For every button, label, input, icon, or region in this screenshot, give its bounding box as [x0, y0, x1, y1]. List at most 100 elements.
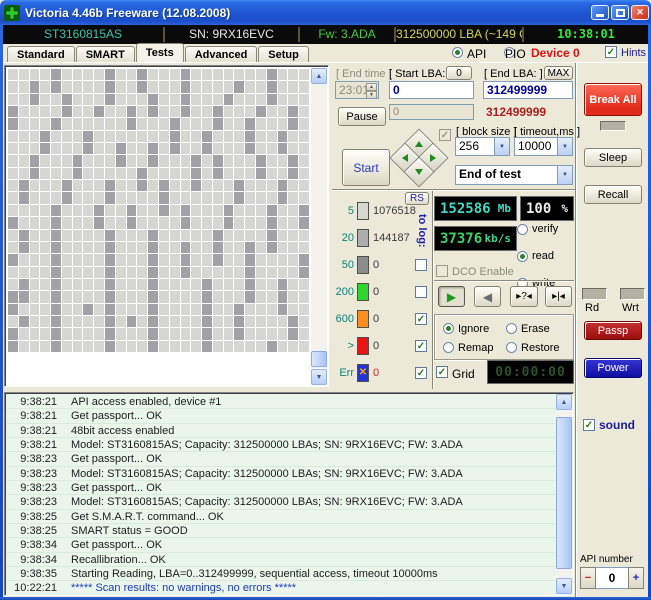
- tab-advanced[interactable]: Advanced: [184, 46, 258, 62]
- tab-tests[interactable]: Tests: [135, 43, 184, 62]
- scan-cell: [105, 229, 115, 241]
- end-lba-input[interactable]: 312499999: [483, 81, 573, 99]
- minimize-button[interactable]: [591, 5, 609, 20]
- scan-cell: [191, 143, 202, 155]
- dco-enable-checkbox[interactable]: [436, 265, 448, 277]
- end-time-value: 23:01: [339, 83, 370, 97]
- scan-cell: [245, 106, 256, 118]
- log-message: Model: ST3160815AS; Capacity: 312500000 …: [71, 496, 463, 509]
- api-number-plus-button[interactable]: +: [628, 567, 644, 589]
- scan-cell: [115, 69, 126, 81]
- scan-cell: [158, 315, 169, 328]
- to-log-checkbox[interactable]: ✓: [415, 312, 427, 325]
- error-action-erase[interactable]: Erase: [506, 321, 569, 336]
- scan-cell: [288, 254, 299, 266]
- scan-scrollbar-thumb[interactable]: [311, 351, 327, 367]
- scan-cell: [94, 266, 105, 278]
- timeout-select[interactable]: 10000 ▼: [514, 137, 573, 156]
- hints-checkbox[interactable]: ✓: [605, 46, 617, 58]
- recall-button[interactable]: Recall: [584, 185, 642, 204]
- test-end-action-select[interactable]: End of test ▼: [455, 165, 573, 185]
- scan-scrollbar-track[interactable]: [311, 84, 327, 368]
- close-button[interactable]: ✕: [631, 5, 649, 20]
- to-log-checkbox[interactable]: ✓: [415, 339, 427, 352]
- scan-cell: [29, 204, 40, 217]
- scan-cell: [191, 303, 202, 315]
- scan-cell: [288, 81, 299, 93]
- end-time-spinner[interactable]: ▲ ▼: [366, 83, 377, 98]
- sleep-button[interactable]: Sleep: [584, 148, 642, 167]
- scan-scroll-up-button[interactable]: ▲: [311, 68, 327, 84]
- break-all-button[interactable]: Break All: [584, 83, 642, 116]
- sound-checkbox[interactable]: ✓: [583, 419, 595, 431]
- to-log-checkbox[interactable]: [415, 285, 427, 298]
- scan-cell: [72, 217, 83, 229]
- scan-cell: [223, 155, 234, 167]
- scan-cell: [72, 266, 83, 278]
- scan-cell: [180, 254, 191, 266]
- test-controls-panel: [ End time ] [ Start LBA: ] 0 [ End LBA:…: [332, 63, 580, 390]
- passp-button[interactable]: Passp: [584, 321, 642, 340]
- scan-cell: [180, 278, 191, 291]
- log-scrollbar-thumb[interactable]: [556, 417, 572, 569]
- rw-mode-read[interactable]: read: [517, 250, 575, 262]
- seek-defect-button[interactable]: ▸?◂: [510, 286, 538, 307]
- write-led: [620, 288, 645, 300]
- log-message: 48bit access enabled: [71, 424, 175, 437]
- play-button[interactable]: ▶: [438, 286, 465, 307]
- scan-cell: [148, 81, 158, 93]
- to-log-checkbox[interactable]: ✓: [415, 366, 427, 379]
- scan-cell: [72, 167, 83, 180]
- scan-cell: [212, 180, 223, 192]
- scan-cell: [94, 69, 105, 81]
- seek-edge-button[interactable]: ▸|◂: [545, 286, 572, 307]
- grid-checkbox[interactable]: ✓: [436, 366, 448, 378]
- scan-cell: [83, 118, 94, 130]
- scan-cell: [245, 291, 256, 303]
- start-lba-zero-button[interactable]: 0: [446, 66, 472, 80]
- scan-cell: [29, 229, 40, 241]
- power-button[interactable]: Power: [584, 358, 642, 378]
- scan-cell: [223, 291, 234, 303]
- scan-cell: [202, 118, 212, 130]
- scan-cell: [299, 340, 309, 352]
- pause-button[interactable]: Pause: [338, 107, 386, 126]
- scan-cell: [137, 93, 148, 106]
- scan-cell: [288, 155, 299, 167]
- api-radio[interactable]: [452, 46, 463, 58]
- start-button[interactable]: Start: [342, 149, 390, 186]
- block-size-select[interactable]: 256 ▼: [455, 137, 510, 156]
- tab-setup[interactable]: Setup: [258, 46, 309, 62]
- tab-smart[interactable]: SMART: [75, 46, 135, 62]
- log-message: SMART status = GOOD: [71, 525, 188, 538]
- scan-cell: [29, 118, 40, 130]
- scan-cell: [158, 93, 169, 106]
- scan-cell: [158, 254, 169, 266]
- histogram-row: 200 0: [332, 278, 432, 305]
- scan-cell: [61, 217, 72, 229]
- rw-mode-verify[interactable]: verify: [517, 223, 575, 235]
- rewind-button[interactable]: ◀: [474, 286, 501, 307]
- max-button[interactable]: MAX: [544, 66, 573, 80]
- to-log-checkbox[interactable]: [415, 258, 427, 271]
- error-action-remap[interactable]: Remap: [443, 340, 506, 355]
- seek-checkbox[interactable]: ✓: [439, 129, 451, 141]
- scan-cell: [266, 278, 277, 291]
- log-scroll-up-button[interactable]: ▲: [556, 394, 572, 410]
- start-lba-input[interactable]: 0: [389, 81, 474, 99]
- maximize-button[interactable]: [611, 5, 629, 20]
- error-action-ignore[interactable]: Ignore: [443, 321, 506, 336]
- scan-scroll-down-button[interactable]: ▼: [311, 369, 327, 385]
- scan-cell: [137, 340, 148, 352]
- end-time-field[interactable]: 23:01 ▲ ▼: [335, 81, 379, 99]
- radio-icon: [506, 342, 517, 353]
- tab-standard[interactable]: Standard: [7, 46, 75, 62]
- api-number-minus-button[interactable]: −: [580, 567, 596, 589]
- log-message: ***** Scan results: no warnings, no erro…: [71, 582, 297, 595]
- scan-cell: [288, 217, 299, 229]
- scan-cell: [148, 143, 158, 155]
- scan-cell: [148, 167, 158, 180]
- scan-cell: [277, 241, 288, 254]
- log-scroll-down-button[interactable]: ▼: [556, 578, 572, 594]
- error-action-restore[interactable]: Restore: [506, 340, 569, 355]
